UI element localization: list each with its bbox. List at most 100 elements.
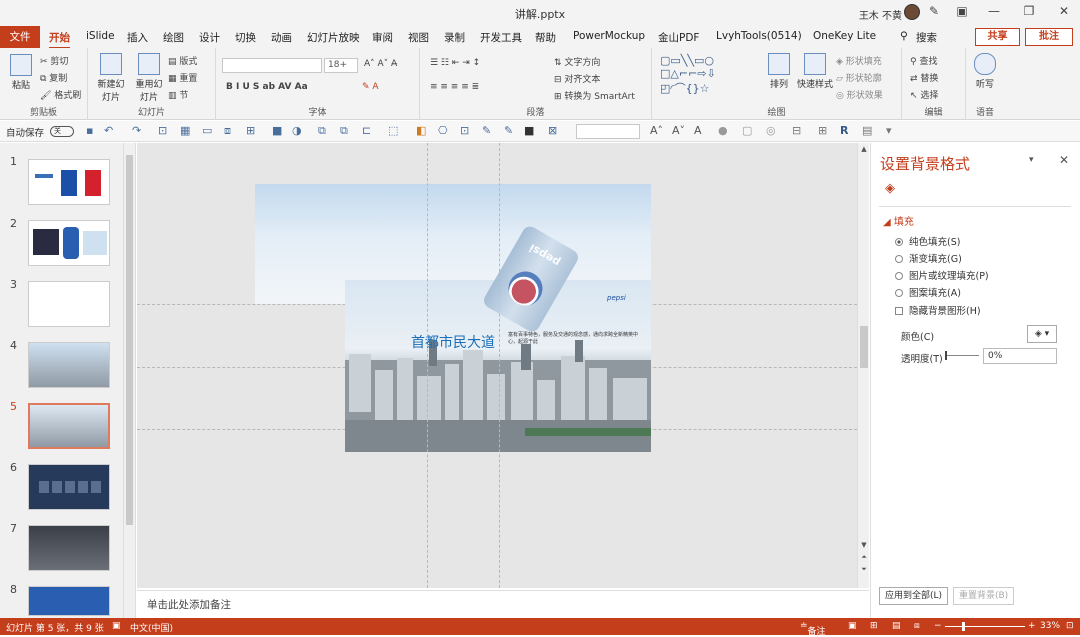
picture-fill-option[interactable]: 图片或纹理填充(P) xyxy=(895,268,989,282)
slide-thumbnail-6[interactable] xyxy=(28,464,110,510)
color-picker-button[interactable]: ◈ ▾ xyxy=(1027,325,1057,343)
slide-sorter-icon[interactable]: ⊞ xyxy=(870,621,878,631)
slide-title[interactable]: 首都市民大道 xyxy=(411,332,495,352)
tab-developer[interactable]: 开发工具 xyxy=(480,30,522,45)
qat-tool-icon[interactable]: ⊠ xyxy=(548,124,557,137)
tab-help[interactable]: 帮助 xyxy=(535,30,556,45)
tab-slideshow[interactable]: 幻灯片放映 xyxy=(307,30,360,45)
qat-tool-icon[interactable]: ⊞ xyxy=(246,124,255,137)
tab-draw[interactable]: 绘图 xyxy=(163,30,184,45)
reading-view-icon[interactable]: ▤ xyxy=(892,621,901,631)
transparency-slider[interactable] xyxy=(945,351,979,360)
zoom-in-icon[interactable]: + xyxy=(1028,621,1036,631)
tab-home[interactable]: 开始 xyxy=(49,30,70,49)
select-button[interactable]: ↖ 选择 xyxy=(910,88,938,101)
tab-design[interactable]: 设计 xyxy=(199,30,220,45)
shapes-gallery[interactable]: ▢▭╲╲▭○ □△⌐⌐⇨⇩ ◰◜⌒{}☆ xyxy=(660,54,716,96)
qat-tool-icon[interactable]: ⊏ xyxy=(362,124,371,137)
reset-button[interactable]: ▦ 重置 xyxy=(168,71,197,84)
zoom-slider[interactable] xyxy=(945,626,1025,627)
cut-button[interactable]: ✂ 剪切 xyxy=(40,54,68,67)
shape-fill-button[interactable]: ◈ 形状填充 xyxy=(836,54,882,67)
slide-thumbnail-2[interactable] xyxy=(28,220,110,266)
restore-icon[interactable]: ❐ xyxy=(1020,4,1038,18)
qat-tool-icon[interactable]: ◧ xyxy=(416,124,426,137)
qat-tool-icon[interactable]: ⎔ xyxy=(438,124,448,137)
paste-button[interactable]: 粘贴 xyxy=(6,54,36,91)
apply-to-all-button[interactable]: 应用到全部(L) xyxy=(879,587,949,605)
eyedropper-icon[interactable]: ✎ xyxy=(482,124,491,137)
qat-tool-icon[interactable]: ⊡ xyxy=(460,124,469,137)
scroll-thumb[interactable] xyxy=(126,155,133,525)
quick-styles-button[interactable]: 快速样式 xyxy=(796,53,834,90)
prev-slide-icon[interactable]: ⏶ xyxy=(858,553,870,562)
shape-outline-button[interactable]: ▱ 形状轮廓 xyxy=(836,71,882,84)
hide-background-graphics-option[interactable]: 隐藏背景图形(H) xyxy=(895,303,981,317)
close-icon[interactable]: ✕ xyxy=(1055,4,1073,18)
reset-background-button[interactable]: 重置背景(B) xyxy=(953,587,1015,605)
next-slide-icon[interactable]: ⏷ xyxy=(858,565,870,574)
qat-tool-icon[interactable]: ⬚ xyxy=(388,124,398,137)
thumbnails-scrollbar[interactable] xyxy=(124,143,136,618)
section-button[interactable]: ▥ 节 xyxy=(168,88,188,101)
tab-islide[interactable]: iSlide xyxy=(86,30,115,42)
smartart-button[interactable]: ⊞ 转换为 SmartArt xyxy=(554,89,635,102)
comment-button[interactable]: 批注 xyxy=(1025,28,1073,46)
scroll-thumb[interactable] xyxy=(860,326,868,368)
shape-effects-button[interactable]: ◎ 形状效果 xyxy=(836,88,883,101)
qat-tool-icon[interactable]: ■ xyxy=(272,124,282,137)
qat-tool-icon[interactable]: ⧈ xyxy=(224,124,231,138)
format-painter-button[interactable]: 🖌 格式刷 xyxy=(40,88,81,101)
qat-tool-icon[interactable]: R xyxy=(840,124,848,137)
font-name-select[interactable] xyxy=(222,58,322,73)
arrange-button[interactable]: 排列 xyxy=(764,53,794,90)
tab-insert[interactable]: 插入 xyxy=(127,30,148,45)
qat-tool-icon[interactable]: ▤ xyxy=(862,124,872,137)
guide-line[interactable] xyxy=(499,143,500,588)
qat-tool-icon[interactable]: ⊞ xyxy=(818,124,827,137)
pen-icon[interactable]: ✎ xyxy=(925,4,943,18)
qat-tool-icon[interactable]: ▢ xyxy=(742,124,752,137)
align-text-button[interactable]: ⊟ 对齐文本 xyxy=(554,72,600,85)
zoom-level[interactable]: 33% xyxy=(1040,621,1060,631)
color-icon[interactable]: ■ xyxy=(524,124,534,137)
solid-fill-option[interactable]: 纯色填充(S) xyxy=(895,234,960,248)
qat-tool-icon[interactable]: A˅ xyxy=(672,124,685,137)
slide-thumbnail-5[interactable] xyxy=(28,403,110,449)
slide-thumbnail-8[interactable] xyxy=(28,586,110,616)
font-color-button[interactable]: ✎ A xyxy=(362,82,379,92)
undo-icon[interactable]: ↶ xyxy=(104,124,113,137)
qat-tool-icon[interactable]: ⧉ xyxy=(340,124,348,138)
notes-area[interactable]: 单击此处添加备注 xyxy=(137,590,869,618)
slideshow-icon[interactable]: ⧈ xyxy=(914,621,920,631)
autosave-toggle[interactable]: 关 xyxy=(50,126,74,137)
pepsi-logo[interactable]: pepsi xyxy=(607,294,626,302)
list-buttons[interactable]: ☰ ☷ ⇤ ⇥ ↕ xyxy=(430,58,480,68)
save-icon[interactable]: ▪ xyxy=(86,124,93,137)
spelling-icon[interactable]: ▣ xyxy=(112,621,121,631)
slide-thumbnail-4[interactable] xyxy=(28,342,110,388)
scroll-up-icon[interactable]: ▲ xyxy=(858,145,870,153)
gradient-fill-option[interactable]: 渐变填充(G) xyxy=(895,251,962,265)
slide-subtitle[interactable]: 富有百事特色，服务及交通的观念感，通向求跨全新精英中心，起源于此 xyxy=(508,332,638,346)
guide-line[interactable] xyxy=(427,143,428,588)
fill-bucket-icon[interactable]: ◈ xyxy=(885,181,895,196)
normal-view-icon[interactable]: ▣ xyxy=(848,621,857,631)
fill-section-header[interactable]: ◢ 填充 xyxy=(883,213,914,228)
format-buttons[interactable]: B I U S ab AV Aa xyxy=(226,82,308,92)
language-indicator[interactable]: 中文(中国) xyxy=(130,621,173,634)
minimize-icon[interactable]: — xyxy=(985,4,1003,18)
tab-file[interactable]: 文件 xyxy=(0,26,40,48)
pane-close-icon[interactable]: ✕ xyxy=(1059,153,1069,167)
dictate-button[interactable]: 听写 xyxy=(970,53,1000,90)
zoom-slider-thumb[interactable] xyxy=(962,622,965,631)
pane-menu-icon[interactable]: ▾ xyxy=(1029,155,1034,165)
qat-tool-icon[interactable]: ⧉ xyxy=(318,124,326,138)
qat-tool-icon[interactable]: ◑ xyxy=(292,124,302,137)
qat-tool-icon[interactable]: A xyxy=(694,124,702,137)
ribbon-display-icon[interactable]: ▣ xyxy=(953,4,971,18)
redo-icon[interactable]: ↷ xyxy=(132,124,141,137)
qat-tool-icon[interactable]: ⊡ xyxy=(158,124,167,137)
fit-slide-icon[interactable]: ⊡ xyxy=(1066,621,1074,631)
share-button[interactable]: 共享 xyxy=(975,28,1020,46)
